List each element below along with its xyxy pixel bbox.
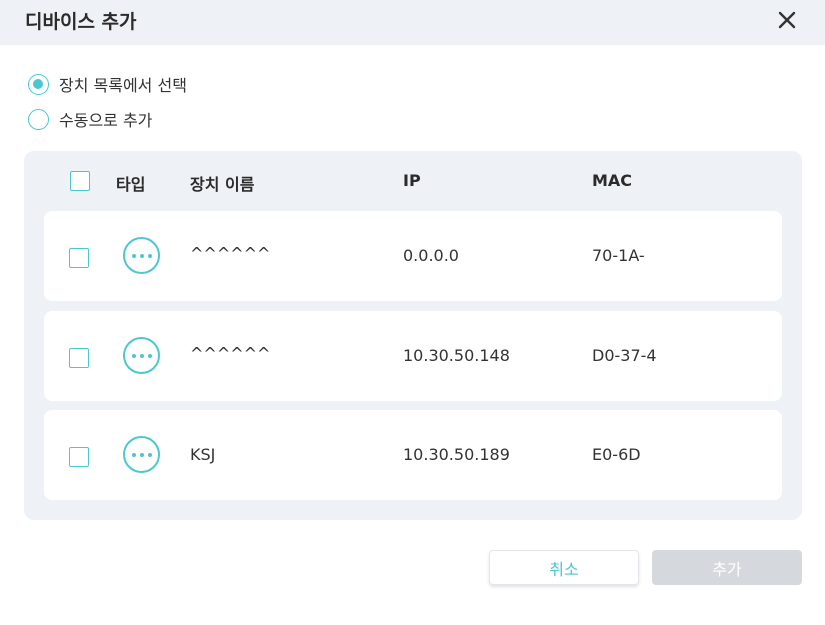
device-mac: 70-1A-: [592, 246, 645, 265]
row-checkbox[interactable]: [69, 248, 89, 268]
add-button[interactable]: 추가: [652, 550, 802, 585]
row-checkbox[interactable]: [69, 348, 89, 368]
device-name: ^^^^^^: [190, 244, 271, 263]
radio-select-from-list[interactable]: 장치 목록에서 선택: [28, 72, 187, 96]
dialog-header: 디바이스 추가: [0, 0, 825, 45]
column-header-name: 장치 이름: [190, 175, 255, 194]
close-icon: [778, 11, 796, 29]
close-button[interactable]: [772, 4, 802, 34]
row-checkbox[interactable]: [69, 447, 89, 467]
add-device-dialog: 디바이스 추가 장치 목록에서 선택 수동으로 추가 타입 장치 이름 IP M…: [0, 0, 825, 625]
more-dots-icon: [123, 436, 160, 473]
radio-button-checked[interactable]: [28, 73, 49, 95]
radio-add-manually[interactable]: 수동으로 추가: [28, 107, 152, 131]
column-header-ip: IP: [403, 171, 421, 190]
device-name: KSJ: [190, 445, 216, 464]
more-dots-icon: [123, 237, 160, 274]
cancel-button[interactable]: 취소: [489, 550, 639, 585]
table-row[interactable]: KSJ 10.30.50.189 E0-6D: [44, 410, 782, 500]
dialog-title: 디바이스 추가: [25, 11, 137, 33]
column-header-type: 타입: [116, 175, 146, 194]
device-mac: D0-37-4: [592, 346, 657, 365]
device-mac: E0-6D: [592, 445, 641, 464]
select-all-checkbox[interactable]: [70, 171, 90, 191]
more-dots-icon: [123, 337, 160, 374]
radio-button-unchecked[interactable]: [28, 108, 49, 130]
table-row[interactable]: ^^^^^^ 0.0.0.0 70-1A-: [44, 211, 782, 301]
device-ip: 10.30.50.148: [403, 346, 510, 365]
column-header-mac: MAC: [592, 171, 633, 190]
device-ip: 0.0.0.0: [403, 246, 459, 265]
device-table: 타입 장치 이름 IP MAC ^^^^^^ 0.0.0.0 70-1A- ^^…: [24, 151, 802, 520]
radio-label-add-manually: 수동으로 추가: [59, 111, 153, 130]
device-name: ^^^^^^: [190, 344, 271, 363]
device-ip: 10.30.50.189: [403, 445, 510, 464]
table-row[interactable]: ^^^^^^ 10.30.50.148 D0-37-4: [44, 311, 782, 401]
radio-label-select-from-list: 장치 목록에서 선택: [59, 76, 187, 95]
